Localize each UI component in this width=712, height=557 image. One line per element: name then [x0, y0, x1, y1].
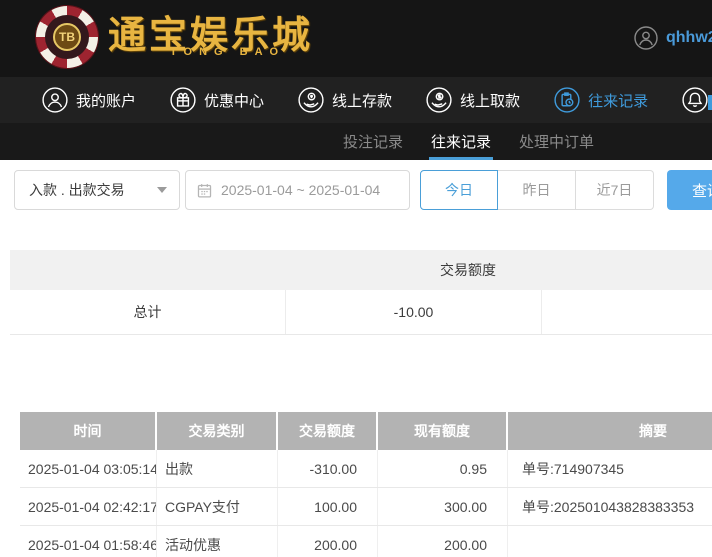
column-header-balance: 现有额度 — [378, 412, 508, 450]
record-tabs: 投注记录 往来记录 处理中订单 — [343, 123, 594, 160]
transactions-table: 时间 交易类别 交易额度 现有额度 摘要 2025-01-04 03:05:14… — [20, 412, 712, 557]
nav-label: 线上取款 — [460, 92, 521, 110]
nav-label: 往来记录 — [588, 92, 649, 110]
cell-amount: 100.00 — [278, 488, 378, 525]
summary-total-label: 总计 — [10, 290, 286, 334]
summary-header-label: 交易额度 — [440, 262, 496, 278]
nav-label: 线上存款 — [332, 92, 393, 110]
cell-balance: 0.95 — [378, 450, 508, 487]
cell-amount: -310.00 — [278, 450, 378, 487]
nav-item-promotions[interactable]: 优惠中心 — [170, 87, 264, 113]
nav-label: 优惠中心 — [204, 92, 265, 110]
yesterday-button[interactable]: 昨日 — [498, 170, 576, 210]
tab-bet-records[interactable]: 投注记录 — [343, 123, 403, 160]
search-button[interactable]: 查询 — [667, 170, 712, 210]
brand-logo[interactable]: TB 通宝娱乐城 TONG BAO — [36, 6, 313, 68]
user-account[interactable]: qhhw2 — [634, 26, 712, 50]
sub-nav: 投注记录 往来记录 处理中订单 — [0, 123, 712, 160]
transactions-header-row: 时间 交易类别 交易额度 现有额度 摘要 — [20, 412, 712, 450]
casino-chip-icon: TB — [36, 6, 98, 68]
summary-header-row: 交易额度 — [10, 250, 712, 290]
summary-empty-cell — [542, 290, 712, 334]
clipped-nav-text-fragment — [708, 95, 712, 110]
username: qhhw2 — [666, 29, 712, 46]
column-header-amount: 交易额度 — [278, 412, 378, 450]
cell-type: CGPAY支付 — [157, 488, 278, 525]
date-range-value: 2025-01-04 ~ 2025-01-04 — [221, 182, 381, 198]
user-avatar-icon — [634, 26, 658, 50]
cell-time: 2025-01-04 01:58:46 — [20, 526, 157, 557]
cell-memo: 单号:202501043828383353 — [522, 498, 695, 515]
nav-item-my-account[interactable]: 我的账户 — [42, 87, 136, 113]
top-bar: TB 通宝娱乐城 TONG BAO qhhw2 — [0, 0, 712, 77]
select-value: 入款 . 出款交易 — [29, 182, 125, 198]
summary-table: 交易额度 总计 -10.00 — [10, 250, 712, 335]
last-7-days-button[interactable]: 近7日 — [576, 170, 654, 210]
brand-subtitle: TONG BAO — [170, 45, 286, 58]
nav-item-notifications[interactable] — [682, 87, 708, 113]
nav-label: 我的账户 — [76, 92, 137, 110]
nav-item-deposit[interactable]: 线上存款 — [298, 87, 392, 113]
summary-total-value: -10.00 — [286, 290, 542, 334]
main-nav: 我的账户 优惠中心 线上存款 线上取款 往来记录 — [0, 77, 712, 123]
tab-pending-orders[interactable]: 处理中订单 — [519, 123, 594, 160]
today-button[interactable]: 今日 — [420, 170, 498, 210]
records-icon — [554, 87, 580, 113]
user-icon — [42, 87, 68, 113]
transaction-type-select[interactable]: 入款 . 出款交易 — [14, 170, 180, 210]
deposit-icon — [298, 87, 324, 113]
calendar-icon — [197, 183, 212, 198]
withdraw-icon — [426, 87, 452, 113]
table-row: 2025-01-04 02:42:17 CGPAY支付 100.00 300.0… — [20, 488, 712, 526]
column-header-time: 时间 — [20, 412, 157, 450]
chevron-down-icon — [157, 187, 167, 193]
cell-balance: 200.00 — [378, 526, 508, 557]
column-header-memo: 摘要 — [508, 412, 712, 450]
nav-item-transaction-records[interactable]: 往来记录 — [554, 87, 648, 113]
column-header-type: 交易类别 — [157, 412, 278, 450]
cell-type: 活动优惠 — [157, 526, 278, 557]
quick-date-button-group: 今日 昨日 近7日 — [420, 170, 654, 210]
gift-icon — [170, 87, 196, 113]
cell-memo — [508, 526, 712, 557]
tab-transaction-records[interactable]: 往来记录 — [429, 123, 494, 160]
table-row: 2025-01-04 01:58:46 活动优惠 200.00 200.00 — [20, 526, 712, 557]
nav-item-withdraw[interactable]: 线上取款 — [426, 87, 520, 113]
cell-memo: 单号:714907345 — [522, 460, 624, 477]
chip-label: TB — [53, 23, 81, 51]
table-row: 2025-01-04 03:05:14 出款 -310.00 0.95 单号:7… — [20, 450, 712, 488]
bell-icon — [682, 87, 708, 113]
cell-time: 2025-01-04 03:05:14 — [20, 450, 157, 487]
cell-balance: 300.00 — [378, 488, 508, 525]
cell-time: 2025-01-04 02:42:17 — [20, 488, 157, 525]
date-range-input[interactable]: 2025-01-04 ~ 2025-01-04 — [185, 170, 410, 210]
summary-total-row: 总计 -10.00 — [10, 290, 712, 335]
cell-type: 出款 — [157, 450, 278, 487]
app-window: TB 通宝娱乐城 TONG BAO qhhw2 我的账户 优惠中心 线上存款 线… — [0, 0, 712, 557]
cell-amount: 200.00 — [278, 526, 378, 557]
